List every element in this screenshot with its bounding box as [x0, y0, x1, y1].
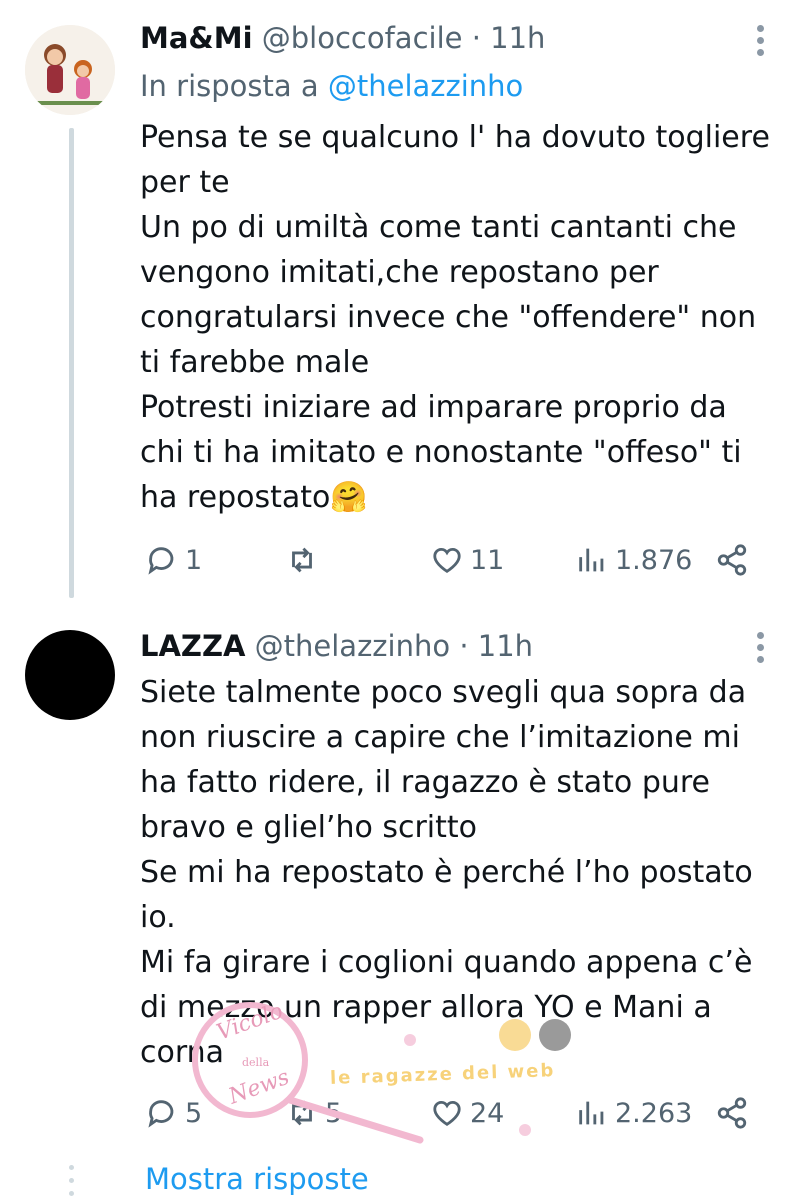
- separator: ·: [459, 629, 469, 663]
- more-vertical-icon[interactable]: [755, 632, 765, 668]
- thread-dotted-line: [69, 1165, 74, 1204]
- timestamp[interactable]: 11h: [490, 21, 545, 55]
- reply-mention-link[interactable]: @thelazzinho: [328, 69, 523, 103]
- share-button[interactable]: [715, 535, 749, 585]
- share-icon: [717, 1097, 747, 1129]
- share-icon: [717, 544, 747, 576]
- author-handle[interactable]: @thelazzinho: [255, 629, 450, 663]
- thread-line: [69, 128, 74, 598]
- reply-button[interactable]: 5: [145, 1088, 202, 1138]
- share-button[interactable]: [715, 1088, 749, 1138]
- more-vertical-icon[interactable]: [755, 25, 765, 61]
- reply-count: 5: [185, 1097, 203, 1129]
- repost-button[interactable]: [285, 535, 325, 585]
- repost-button[interactable]: 5: [285, 1088, 342, 1138]
- action-bar: 5 5 24 2.263: [140, 1088, 760, 1138]
- like-button[interactable]: 11: [430, 535, 504, 585]
- reply-prefix: In risposta a: [140, 69, 319, 103]
- repost-icon: [292, 547, 312, 573]
- author-name[interactable]: LAZZA: [140, 629, 245, 663]
- repost-icon: [292, 1100, 312, 1126]
- reply-count: 1: [185, 544, 203, 576]
- tweet-header: Ma&Mi @bloccofacile · 11h: [140, 18, 545, 58]
- view-count: 2.263: [615, 1097, 693, 1129]
- views-icon: [579, 1101, 604, 1125]
- tweet-text: Siete talmente poco svegli qua sopra da …: [140, 675, 753, 1070]
- separator: ·: [471, 21, 481, 55]
- view-count: 1.876: [615, 544, 693, 576]
- author-handle[interactable]: @bloccofacile: [262, 21, 463, 55]
- heart-icon: [433, 1100, 461, 1126]
- action-bar: 1 11 1.876: [140, 535, 760, 585]
- avatar-drawing-icon: [25, 25, 115, 115]
- tweet-text: Pensa te se qualcuno l' ha dovuto toglie…: [140, 120, 770, 515]
- tweet-header: LAZZA @thelazzinho · 11h: [140, 626, 533, 666]
- like-button[interactable]: 24: [430, 1088, 504, 1138]
- like-count: 24: [470, 1097, 505, 1129]
- views-button[interactable]: 1.876: [575, 535, 692, 585]
- tweet-1[interactable]: Ma&Mi @bloccofacile · 11h In risposta a …: [0, 0, 805, 610]
- reply-icon: [148, 547, 174, 575]
- reply-icon: [148, 1100, 174, 1128]
- repost-count: 5: [325, 1097, 343, 1129]
- views-button[interactable]: 2.263: [575, 1088, 692, 1138]
- avatar-bloccofacile[interactable]: [25, 25, 115, 115]
- heart-icon: [433, 547, 461, 573]
- views-icon: [579, 548, 604, 572]
- like-count: 11: [470, 544, 505, 576]
- reply-button[interactable]: 1: [145, 535, 202, 585]
- author-name[interactable]: Ma&Mi: [140, 21, 253, 55]
- show-replies-link[interactable]: Mostra risposte: [145, 1162, 369, 1196]
- timestamp[interactable]: 11h: [478, 629, 533, 663]
- avatar-thelazzinho[interactable]: [25, 630, 115, 720]
- reply-context: In risposta a @thelazzinho: [140, 66, 523, 106]
